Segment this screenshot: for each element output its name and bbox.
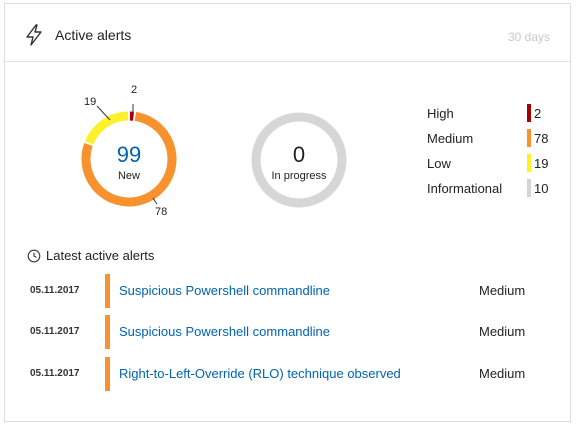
alert-date: 05.11.2017 bbox=[30, 368, 80, 379]
legend-label: Informational bbox=[427, 181, 503, 196]
active-alerts-card: Active alerts 30 days 99 New 2 19 78 0 I… bbox=[4, 3, 571, 422]
alert-severity: Medium bbox=[479, 283, 526, 298]
legend-label: Low bbox=[427, 156, 451, 171]
card-header: Active alerts 30 days bbox=[5, 4, 570, 62]
latest-alerts-title: Latest active alerts bbox=[46, 248, 155, 263]
severity-indicator bbox=[105, 315, 110, 349]
legend-swatch bbox=[527, 154, 531, 172]
time-period: 30 days bbox=[507, 30, 550, 44]
alert-severity: Medium bbox=[479, 366, 526, 381]
legend-item-low[interactable]: Low 19 bbox=[427, 153, 557, 178]
severity-indicator bbox=[105, 357, 110, 391]
in-progress-donut[interactable]: 0 In progress bbox=[247, 108, 351, 212]
legend-swatch bbox=[527, 179, 531, 197]
alert-row[interactable]: 05.11.2017 Suspicious Powershell command… bbox=[5, 315, 572, 349]
legend-item-medium[interactable]: Medium 78 bbox=[427, 128, 557, 153]
alert-date: 05.11.2017 bbox=[30, 326, 80, 337]
callout-low: 19 bbox=[84, 96, 97, 108]
legend-item-informational[interactable]: Informational 10 bbox=[427, 178, 557, 203]
in-progress-label: In progress bbox=[271, 170, 327, 182]
legend-label: Medium bbox=[427, 131, 474, 146]
legend-swatch bbox=[527, 129, 531, 147]
legend-count: 10 bbox=[534, 181, 549, 196]
alert-row[interactable]: 05.11.2017 Right-to-Left-Override (RLO) … bbox=[5, 357, 572, 391]
card-title: Active alerts bbox=[55, 27, 132, 43]
alert-row[interactable]: 05.11.2017 Suspicious Powershell command… bbox=[5, 274, 572, 308]
callout-high: 2 bbox=[131, 84, 138, 96]
legend-item-high[interactable]: High 2 bbox=[427, 103, 557, 128]
alert-link[interactable]: Suspicious Powershell commandline bbox=[119, 324, 330, 339]
alert-date: 05.11.2017 bbox=[30, 285, 80, 296]
alert-severity: Medium bbox=[479, 324, 526, 339]
alert-link[interactable]: Suspicious Powershell commandline bbox=[119, 283, 330, 298]
clock-icon bbox=[27, 249, 41, 263]
severity-legend: High 2 Medium 78 Low 19 Informational 10 bbox=[427, 103, 557, 203]
severity-indicator bbox=[105, 274, 110, 308]
legend-count: 19 bbox=[534, 156, 549, 171]
callout-medium: 78 bbox=[155, 206, 168, 218]
legend-count: 78 bbox=[534, 131, 549, 146]
lightning-bolt-icon bbox=[26, 24, 42, 46]
legend-swatch bbox=[527, 104, 531, 122]
in-progress-count: 0 bbox=[293, 142, 305, 167]
donut-callout-lines bbox=[96, 104, 158, 205]
alert-link[interactable]: Right-to-Left-Override (RLO) technique o… bbox=[119, 366, 401, 381]
legend-label: High bbox=[427, 106, 454, 121]
legend-count: 2 bbox=[534, 106, 542, 121]
